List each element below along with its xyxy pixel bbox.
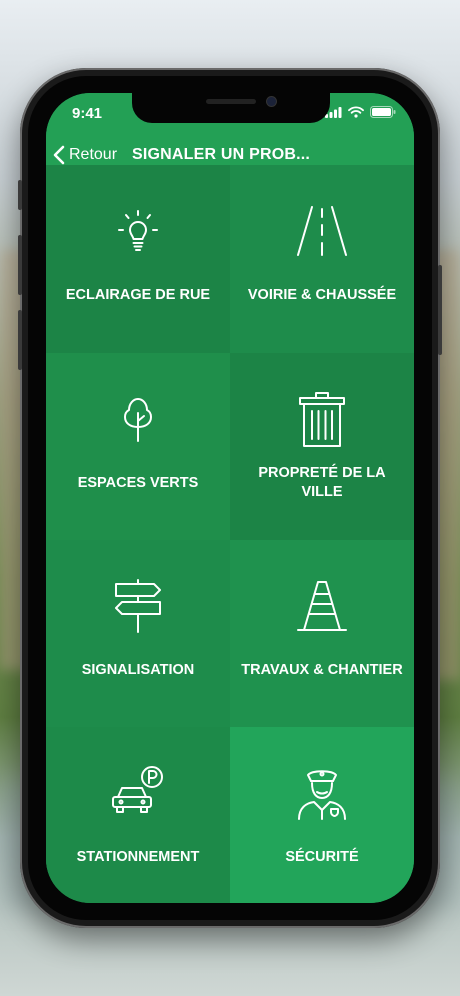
tile-label: PROPRETÉ DE LA VILLE <box>258 465 386 500</box>
chevron-left-icon <box>53 145 65 165</box>
tile-label: ECLAIRAGE DE RUE <box>65 286 211 303</box>
volume-up-button <box>18 235 22 295</box>
battery-icon <box>370 106 396 118</box>
status-time: 9:41 <box>72 105 103 122</box>
tile-label: STATIONNEMENT <box>76 848 200 865</box>
police-officer-icon <box>298 770 346 820</box>
tile-stationnement[interactable]: STATIONNEMENT <box>46 727 230 903</box>
volume-down-button <box>18 310 22 370</box>
trash-can-icon <box>299 392 345 447</box>
app-screen: 9:41 Retour SIGNALER UN PROB... ECLAIRAG… <box>46 93 414 903</box>
tile-eclairage-de-rue[interactable]: ECLAIRAGE DE RUE <box>46 165 230 353</box>
wifi-icon <box>348 106 364 118</box>
mute-switch <box>18 180 22 210</box>
status-icons <box>325 106 396 118</box>
tile-label: VOIRIE & CHAUSSÉE <box>247 286 397 303</box>
traffic-cone-icon <box>297 581 347 631</box>
tile-proprete-de-la-ville[interactable]: PROPRETÉ DE LA VILLE <box>230 353 414 540</box>
tree-icon <box>124 398 152 442</box>
notch <box>132 93 330 123</box>
power-button <box>438 265 442 355</box>
tile-label: ESPACES VERTS <box>77 474 199 491</box>
signpost-icon <box>115 579 161 633</box>
tile-label: TRAVAUX & CHANTIER <box>241 661 403 678</box>
tile-label: SÉCURITÉ <box>285 848 359 865</box>
tile-securite[interactable]: SÉCURITÉ <box>230 727 414 903</box>
speaker-grille <box>206 99 256 104</box>
tile-signalisation[interactable]: SIGNALISATION <box>46 540 230 727</box>
road-icon <box>297 206 347 256</box>
tile-voirie-chaussee[interactable]: VOIRIE & CHAUSSÉE <box>230 165 414 353</box>
tile-espaces-verts[interactable]: ESPACES VERTS <box>46 353 230 540</box>
tile-travaux-chantier[interactable]: TRAVAUX & CHANTIER <box>230 540 414 727</box>
tile-label: SIGNALISATION <box>81 661 195 678</box>
category-grid: ECLAIRAGE DE RUE VOIRIE & CHAUSSÉE ESPAC… <box>46 165 414 903</box>
front-camera <box>267 97 276 106</box>
back-label: Retour <box>69 146 118 163</box>
parking-car-icon <box>112 766 163 813</box>
lightbulb-icon <box>118 210 158 251</box>
